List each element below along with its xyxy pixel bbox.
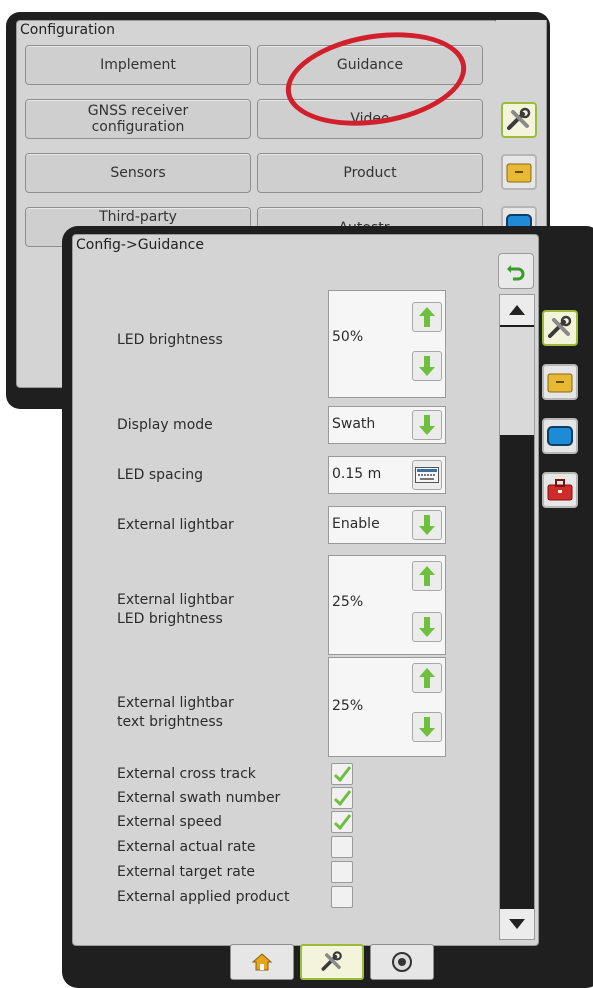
undo-icon xyxy=(507,265,525,281)
display-mode-value: Swath xyxy=(332,416,376,432)
external-applied-product-label: External applied product xyxy=(117,889,290,905)
external-cross-track-label: External cross track xyxy=(117,766,256,782)
guidance-window: Config->Guidance LED brightness 50% Disp… xyxy=(62,226,593,988)
led-brightness-label: LED brightness xyxy=(117,332,223,348)
led-spacing-label: LED spacing xyxy=(117,467,203,483)
external-actual-rate-checkbox[interactable] xyxy=(331,836,353,858)
guidance-side-rail xyxy=(538,276,593,776)
configuration-title: Configuration xyxy=(20,22,115,38)
arrow-down-icon xyxy=(419,717,435,737)
external-applied-product-checkbox[interactable] xyxy=(331,886,353,908)
tools-icon[interactable] xyxy=(501,102,537,138)
keyboard-icon xyxy=(415,467,439,483)
tools-tab[interactable] xyxy=(300,944,364,980)
external-lightbar-led-brightness-label: External lightbar LED brightness xyxy=(117,592,234,627)
display-mode-label: Display mode xyxy=(117,417,213,433)
arrow-down-icon xyxy=(419,415,435,435)
external-lightbar-control: Enable xyxy=(328,506,446,544)
triangle-up-icon xyxy=(509,305,525,315)
external-lightbar-text-brightness-up-button[interactable] xyxy=(412,663,442,693)
display-mode-down-button[interactable] xyxy=(412,410,442,440)
screen-icon[interactable] xyxy=(542,418,578,454)
external-lightbar-value: Enable xyxy=(332,516,380,532)
scrollbar-thumb[interactable] xyxy=(500,327,534,435)
external-target-rate-checkbox[interactable] xyxy=(331,861,353,883)
external-lightbar-label: External lightbar xyxy=(117,517,234,533)
product-button[interactable]: Product xyxy=(257,153,483,193)
external-swath-number-label: External swath number xyxy=(117,790,281,806)
external-lightbar-led-brightness-control: 25% xyxy=(328,555,446,655)
arrow-up-icon xyxy=(419,668,435,688)
external-target-rate-label: External target rate xyxy=(117,864,255,880)
arrow-down-icon xyxy=(419,356,435,376)
folder-icon[interactable] xyxy=(542,364,578,400)
toolbox-icon[interactable] xyxy=(542,472,578,508)
led-spacing-value: 0.15 m xyxy=(332,466,382,482)
home-tab[interactable] xyxy=(230,944,294,980)
display-mode-control: Swath xyxy=(328,406,446,444)
scroll-up-button[interactable] xyxy=(500,295,534,325)
external-lightbar-led-brightness-value: 25% xyxy=(332,594,364,610)
external-lightbar-led-brightness-down-button[interactable] xyxy=(412,612,442,642)
external-swath-number-checkbox[interactable] xyxy=(331,787,353,809)
tools-icon xyxy=(321,951,342,971)
checkmark-icon xyxy=(333,814,352,831)
undo-button[interactable] xyxy=(498,253,534,289)
gnss-receiver-configuration-button[interactable]: GNSS receiver configuration xyxy=(25,99,251,139)
camera-tab[interactable] xyxy=(370,944,434,980)
home-icon xyxy=(251,953,273,971)
external-lightbar-text-brightness-down-button[interactable] xyxy=(412,712,442,742)
camera-icon xyxy=(392,952,412,972)
implement-button[interactable]: Implement xyxy=(25,45,251,85)
arrow-down-icon xyxy=(419,515,435,535)
led-spacing-control: 0.15 m xyxy=(328,456,446,494)
sensors-button[interactable]: Sensors xyxy=(25,153,251,193)
external-lightbar-text-brightness-label: External lightbar text brightness xyxy=(117,695,234,730)
external-speed-checkbox[interactable] xyxy=(331,811,353,833)
external-lightbar-text-brightness-value: 25% xyxy=(332,698,364,714)
external-speed-label: External speed xyxy=(117,814,222,830)
scroll-down-button[interactable] xyxy=(500,909,534,939)
led-brightness-down-button[interactable] xyxy=(412,351,442,381)
external-lightbar-down-button[interactable] xyxy=(412,510,442,540)
guidance-title: Config->Guidance xyxy=(76,237,204,253)
led-brightness-value: 50% xyxy=(332,329,364,345)
tools-icon[interactable] xyxy=(542,310,578,346)
arrow-down-icon xyxy=(419,617,435,637)
checkmark-icon xyxy=(333,790,352,807)
led-brightness-up-button[interactable] xyxy=(412,302,442,332)
arrow-up-icon xyxy=(419,566,435,586)
external-actual-rate-label: External actual rate xyxy=(117,839,256,855)
external-lightbar-led-brightness-up-button[interactable] xyxy=(412,561,442,591)
led-spacing-keyboard-button[interactable] xyxy=(412,460,442,490)
external-lightbar-text-brightness-control: 25% xyxy=(328,657,446,757)
arrow-up-icon xyxy=(419,307,435,327)
checkmark-icon xyxy=(333,766,352,783)
scrollbar[interactable] xyxy=(499,294,535,940)
guidance-panel: Config->Guidance LED brightness 50% Disp… xyxy=(72,234,539,946)
triangle-down-icon xyxy=(509,919,525,929)
external-cross-track-checkbox[interactable] xyxy=(331,763,353,785)
folder-icon[interactable] xyxy=(501,154,537,190)
led-brightness-control: 50% xyxy=(328,290,446,398)
